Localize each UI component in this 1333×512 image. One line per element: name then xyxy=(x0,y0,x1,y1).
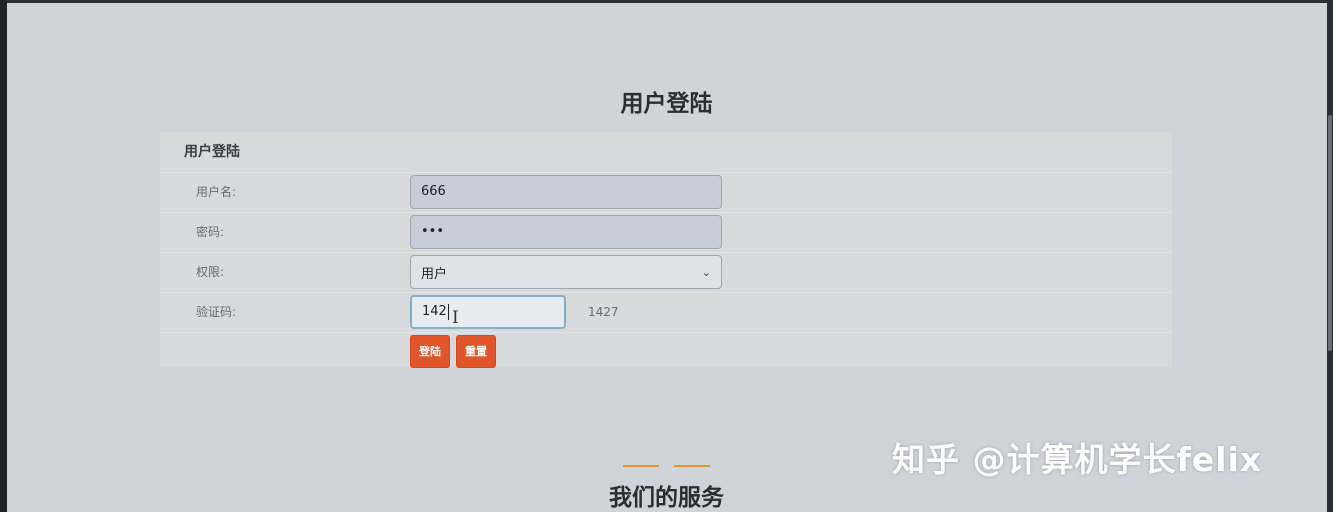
accent-line-left xyxy=(623,465,659,467)
accent-line-right xyxy=(674,465,710,467)
captcha-label: 验证码: xyxy=(196,305,237,319)
scrollbar-thumb[interactable] xyxy=(1328,115,1332,351)
role-select[interactable]: 用户 ⌄ xyxy=(410,255,722,289)
services-title: 我们的服务 xyxy=(609,485,724,511)
window-left-edge xyxy=(0,0,7,512)
captcha-row: 验证码: 142 I 1427 xyxy=(160,293,1172,333)
scrollbar-track[interactable] xyxy=(1327,0,1333,512)
page-title: 用户登陆 xyxy=(620,91,713,117)
password-input[interactable]: ••• xyxy=(410,215,722,249)
login-button[interactable]: 登陆 xyxy=(410,335,450,368)
role-label: 权限: xyxy=(196,265,225,279)
username-value: 666 xyxy=(421,184,446,199)
role-selected-value: 用户 xyxy=(421,266,448,282)
text-caret xyxy=(447,303,449,320)
reset-button[interactable]: 重置 xyxy=(456,335,496,368)
username-input[interactable]: 666 xyxy=(410,175,722,209)
login-panel: 用户登陆 用户名: 666 密码: ••• 权限: 用户 ⌄ 验证码: 142 … xyxy=(160,132,1172,369)
password-row: 密码: ••• xyxy=(160,213,1172,253)
username-label: 用户名: xyxy=(196,185,237,199)
watermark: 知乎 @计算机学长felix xyxy=(892,440,1263,479)
text-cursor-icon: I xyxy=(452,308,459,328)
window-top-edge xyxy=(0,0,1333,3)
password-value: ••• xyxy=(421,224,445,239)
username-row: 用户名: 666 xyxy=(160,173,1172,213)
button-row: 登陆 重置 xyxy=(160,333,1172,369)
captcha-input-value: 142 xyxy=(422,304,447,319)
chevron-down-icon: ⌄ xyxy=(701,265,711,279)
captcha-input[interactable]: 142 I xyxy=(410,295,566,329)
captcha-code: 1427 xyxy=(588,305,619,319)
password-label: 密码: xyxy=(196,225,225,239)
role-row: 权限: 用户 ⌄ xyxy=(160,253,1172,293)
panel-header: 用户登陆 xyxy=(160,132,1172,173)
